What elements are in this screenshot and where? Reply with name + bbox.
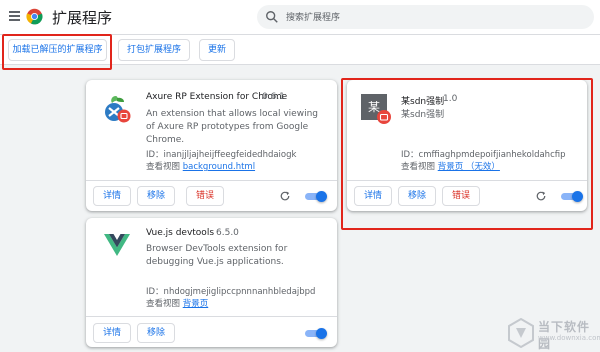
watermark-logo-icon (508, 318, 534, 348)
axure-icon (105, 96, 131, 123)
inspect-views-link[interactable]: 背景页 (183, 299, 209, 309)
unpacked-badge-icon (377, 110, 391, 124)
inspect-views-label: 查看视图 (146, 299, 181, 309)
extension-card-axure: Axure RP Extension for Chrome 0.6.1 An e… (86, 80, 337, 211)
extension-card-sdn: 某 某sdn强制 1.0 某sdn强制 ID：cmffiaghpmdepoifj… (347, 80, 587, 211)
load-unpacked-button[interactable]: 加载已解压的扩展程序 (8, 39, 107, 61)
chrome-logo-icon (26, 8, 43, 25)
enable-toggle[interactable] (303, 190, 327, 202)
extension-name: 某sdn强制 (401, 97, 445, 107)
search-input[interactable]: 搜索扩展程序 (257, 5, 594, 29)
inspect-views: 查看视图 背景页 (146, 297, 208, 309)
extension-version: 1.0 (443, 94, 458, 104)
reload-icon[interactable] (279, 190, 291, 202)
details-button[interactable]: 详情 (354, 186, 392, 206)
errors-button[interactable]: 错误 (186, 186, 224, 206)
extension-description: Browser DevTools extension for debugging… (146, 244, 288, 267)
extension-card-vue: Vue.js devtools 6.5.0 Browser DevTools e… (86, 218, 337, 347)
details-button[interactable]: 详情 (93, 323, 131, 343)
remove-button[interactable]: 移除 (137, 186, 175, 206)
inspect-views-link[interactable]: background.html (183, 162, 255, 172)
remove-button[interactable]: 移除 (137, 323, 175, 343)
card-divider (86, 180, 337, 181)
extension-id: ID：nhdogjmejiglipccpnnnanhbledajbpd (146, 287, 316, 297)
watermark: 当下软件园 www.downxia.com (505, 318, 600, 351)
inspect-views-link[interactable]: 背景页 （无效） (438, 162, 500, 172)
extension-version: 0.6.1 (262, 92, 285, 102)
page-title: 扩展程序 (52, 9, 113, 27)
extension-description: 某sdn强制 (401, 110, 445, 120)
menu-icon[interactable] (9, 11, 20, 21)
details-button[interactable]: 详情 (93, 186, 131, 206)
card-divider (347, 180, 587, 181)
vue-icon (104, 234, 130, 256)
extension-version: 6.5.0 (216, 228, 239, 238)
pack-extension-button[interactable]: 打包扩展程序 (118, 39, 190, 61)
extension-id: ID：inanjjljajheijffeegfeidedhdaiogk (146, 150, 297, 160)
errors-button[interactable]: 错误 (442, 186, 480, 206)
enable-toggle[interactable] (303, 327, 327, 339)
top-bar: 扩展程序 搜索扩展程序 (0, 0, 600, 34)
remove-button[interactable]: 移除 (398, 186, 436, 206)
card-divider (86, 316, 337, 317)
extension-id: ID：cmffiaghpmdepoifjianhekoldahcfip (401, 150, 566, 160)
update-button[interactable]: 更新 (199, 39, 235, 61)
enable-toggle[interactable] (559, 190, 583, 202)
inspect-views-label: 查看视图 (401, 162, 436, 172)
watermark-url: www.downxia.com (538, 334, 600, 342)
inspect-views-label: 查看视图 (146, 162, 181, 172)
inspect-views: 查看视图 背景页 （无效） (401, 160, 500, 172)
inspect-views: 查看视图 background.html (146, 160, 255, 172)
extension-description: An extension that allows local viewing o… (146, 109, 319, 145)
search-placeholder: 搜索扩展程序 (286, 13, 341, 23)
extension-name: Vue.js devtools (146, 228, 215, 238)
reload-icon[interactable] (535, 190, 547, 202)
search-icon (266, 11, 278, 23)
